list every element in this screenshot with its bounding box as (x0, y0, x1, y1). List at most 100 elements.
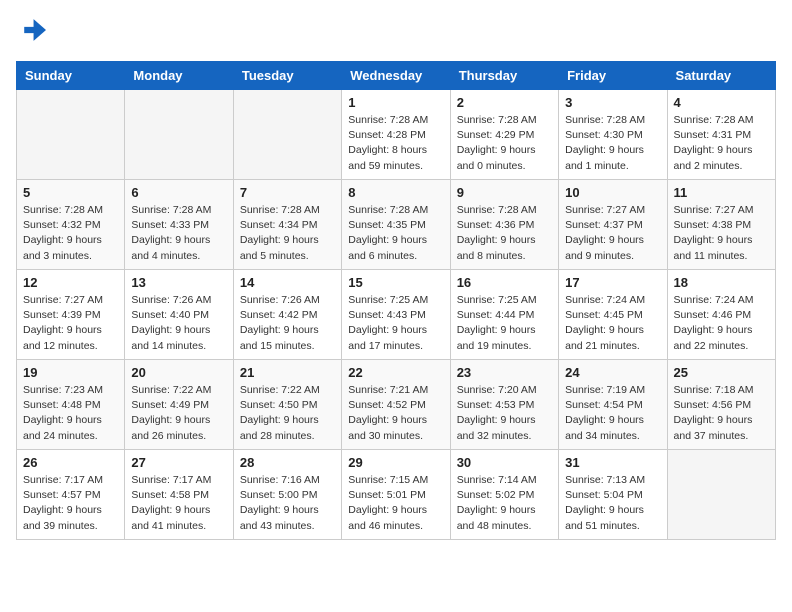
calendar-cell: 29 Sunrise: 7:15 AMSunset: 5:01 PMDayligh… (342, 450, 450, 540)
calendar-cell: 21Sunrise: 7:22 AMSunset: 4:50 PMDayligh… (233, 360, 341, 450)
day-number: 27 (131, 455, 226, 470)
day-number: 31 (565, 455, 660, 470)
day-info: Sunrise: 7:27 AMSunset: 4:39 PMDaylight:… (23, 293, 118, 354)
day-number: 2 (457, 95, 552, 110)
logo-icon (18, 16, 46, 44)
calendar-cell: 15 Sunrise: 7:25 AMSunset: 4:43 PMDayligh… (342, 270, 450, 360)
day-info: Sunrise: 7:13 AMSunset: 5:04 PMDaylight:… (565, 473, 660, 534)
day-info: Sunrise: 7:24 AMSunset: 4:46 PMDaylight:… (674, 293, 769, 354)
calendar-cell: 24 Sunrise: 7:19 AMSunset: 4:54 PMDayligh… (559, 360, 667, 450)
calendar-cell: 11 Sunrise: 7:27 AMSunset: 4:38 PMDayligh… (667, 180, 775, 270)
day-number: 1 (348, 95, 443, 110)
day-number: 9 (457, 185, 552, 200)
calendar-cell: 23 Sunrise: 7:20 AMSunset: 4:53 PMDayligh… (450, 360, 558, 450)
calendar-cell: 3 Sunrise: 7:28 AMSunset: 4:30 PMDaylight… (559, 90, 667, 180)
day-info: Sunrise: 7:27 AMSunset: 4:38 PMDaylight:… (674, 203, 769, 264)
calendar-cell (667, 450, 775, 540)
calendar-cell: 30 Sunrise: 7:14 AMSunset: 5:02 PMDayligh… (450, 450, 558, 540)
calendar-header-wednesday: Wednesday (342, 62, 450, 90)
day-info: Sunrise: 7:24 AMSunset: 4:45 PMDaylight:… (565, 293, 660, 354)
day-number: 16 (457, 275, 552, 290)
calendar-cell (17, 90, 125, 180)
day-info: Sunrise: 7:28 AMSunset: 4:32 PMDaylight:… (23, 203, 118, 264)
day-info: Sunrise: 7:16 AMSunset: 5:00 PMDaylight:… (240, 473, 335, 534)
day-info: Sunrise: 7:21 AMSunset: 4:52 PMDaylight:… (348, 383, 443, 444)
calendar-cell: 13Sunrise: 7:26 AMSunset: 4:40 PMDayligh… (125, 270, 233, 360)
calendar-cell: 2 Sunrise: 7:28 AMSunset: 4:29 PMDaylight… (450, 90, 558, 180)
calendar-cell: 31 Sunrise: 7:13 AMSunset: 5:04 PMDayligh… (559, 450, 667, 540)
day-info: Sunrise: 7:26 AMSunset: 4:42 PMDaylight:… (240, 293, 335, 354)
day-info: Sunrise: 7:28 AMSunset: 4:33 PMDaylight:… (131, 203, 226, 264)
day-number: 11 (674, 185, 769, 200)
calendar-week-4: 19 Sunrise: 7:23 AMSunset: 4:48 PMDayligh… (17, 360, 776, 450)
day-info: Sunrise: 7:28 AMSunset: 4:30 PMDaylight:… (565, 113, 660, 174)
calendar-header-monday: Monday (125, 62, 233, 90)
calendar-cell: 5 Sunrise: 7:28 AMSunset: 4:32 PMDaylight… (17, 180, 125, 270)
day-number: 19 (23, 365, 118, 380)
calendar-cell: 25Sunrise: 7:18 AMSunset: 4:56 PMDayligh… (667, 360, 775, 450)
calendar-week-3: 12 Sunrise: 7:27 AMSunset: 4:39 PMDayligh… (17, 270, 776, 360)
day-number: 24 (565, 365, 660, 380)
day-number: 14 (240, 275, 335, 290)
day-info: Sunrise: 7:23 AMSunset: 4:48 PMDaylight:… (23, 383, 118, 444)
day-number: 10 (565, 185, 660, 200)
calendar-cell: 8 Sunrise: 7:28 AMSunset: 4:35 PMDaylight… (342, 180, 450, 270)
day-number: 17 (565, 275, 660, 290)
day-number: 12 (23, 275, 118, 290)
day-info: Sunrise: 7:28 AMSunset: 4:29 PMDaylight:… (457, 113, 552, 174)
day-number: 22 (348, 365, 443, 380)
calendar-cell: 4 Sunrise: 7:28 AMSunset: 4:31 PMDaylight… (667, 90, 775, 180)
day-info: Sunrise: 7:17 AMSunset: 4:58 PMDaylight:… (131, 473, 226, 534)
calendar-header-sunday: Sunday (17, 62, 125, 90)
day-number: 26 (23, 455, 118, 470)
day-number: 29 (348, 455, 443, 470)
day-info: Sunrise: 7:25 AMSunset: 4:43 PMDaylight:… (348, 293, 443, 354)
day-info: Sunrise: 7:28 AMSunset: 4:35 PMDaylight:… (348, 203, 443, 264)
day-info: Sunrise: 7:15 AMSunset: 5:01 PMDaylight:… (348, 473, 443, 534)
calendar-cell (233, 90, 341, 180)
calendar-cell: 12 Sunrise: 7:27 AMSunset: 4:39 PMDayligh… (17, 270, 125, 360)
calendar-cell (125, 90, 233, 180)
day-number: 15 (348, 275, 443, 290)
calendar-cell: 10 Sunrise: 7:27 AMSunset: 4:37 PMDayligh… (559, 180, 667, 270)
calendar-cell: 27 Sunrise: 7:17 AMSunset: 4:58 PMDayligh… (125, 450, 233, 540)
calendar-cell: 7Sunrise: 7:28 AMSunset: 4:34 PMDaylight… (233, 180, 341, 270)
calendar-cell: 6Sunrise: 7:28 AMSunset: 4:33 PMDaylight… (125, 180, 233, 270)
day-info: Sunrise: 7:28 AMSunset: 4:31 PMDaylight:… (674, 113, 769, 174)
day-info: Sunrise: 7:14 AMSunset: 5:02 PMDaylight:… (457, 473, 552, 534)
day-number: 30 (457, 455, 552, 470)
calendar-header-friday: Friday (559, 62, 667, 90)
day-number: 3 (565, 95, 660, 110)
calendar-cell: 17 Sunrise: 7:24 AMSunset: 4:45 PMDayligh… (559, 270, 667, 360)
day-info: Sunrise: 7:28 AMSunset: 4:28 PMDaylight:… (348, 113, 443, 174)
calendar-cell: 14 Sunrise: 7:26 AMSunset: 4:42 PMDayligh… (233, 270, 341, 360)
day-number: 21 (240, 365, 335, 380)
calendar-cell: 9 Sunrise: 7:28 AMSunset: 4:36 PMDaylight… (450, 180, 558, 270)
day-number: 8 (348, 185, 443, 200)
calendar-week-2: 5 Sunrise: 7:28 AMSunset: 4:32 PMDaylight… (17, 180, 776, 270)
day-number: 18 (674, 275, 769, 290)
calendar-table: SundayMondayTuesdayWednesdayThursdayFrid… (16, 61, 776, 540)
day-info: Sunrise: 7:19 AMSunset: 4:54 PMDaylight:… (565, 383, 660, 444)
calendar-cell: 1 Sunrise: 7:28 AMSunset: 4:28 PMDaylight… (342, 90, 450, 180)
day-info: Sunrise: 7:22 AMSunset: 4:49 PMDaylight:… (131, 383, 226, 444)
page-header (16, 16, 776, 49)
day-number: 20 (131, 365, 226, 380)
day-number: 23 (457, 365, 552, 380)
calendar-header-row: SundayMondayTuesdayWednesdayThursdayFrid… (17, 62, 776, 90)
day-info: Sunrise: 7:25 AMSunset: 4:44 PMDaylight:… (457, 293, 552, 354)
day-info: Sunrise: 7:18 AMSunset: 4:56 PMDaylight:… (674, 383, 769, 444)
calendar-cell: 26Sunrise: 7:17 AMSunset: 4:57 PMDayligh… (17, 450, 125, 540)
day-info: Sunrise: 7:28 AMSunset: 4:36 PMDaylight:… (457, 203, 552, 264)
calendar-header-tuesday: Tuesday (233, 62, 341, 90)
calendar-week-5: 26Sunrise: 7:17 AMSunset: 4:57 PMDayligh… (17, 450, 776, 540)
day-number: 5 (23, 185, 118, 200)
day-number: 7 (240, 185, 335, 200)
day-number: 4 (674, 95, 769, 110)
day-info: Sunrise: 7:20 AMSunset: 4:53 PMDaylight:… (457, 383, 552, 444)
calendar-cell: 18 Sunrise: 7:24 AMSunset: 4:46 PMDayligh… (667, 270, 775, 360)
calendar-header-saturday: Saturday (667, 62, 775, 90)
day-info: Sunrise: 7:27 AMSunset: 4:37 PMDaylight:… (565, 203, 660, 264)
calendar-cell: 20 Sunrise: 7:22 AMSunset: 4:49 PMDayligh… (125, 360, 233, 450)
day-info: Sunrise: 7:26 AMSunset: 4:40 PMDaylight:… (131, 293, 226, 354)
